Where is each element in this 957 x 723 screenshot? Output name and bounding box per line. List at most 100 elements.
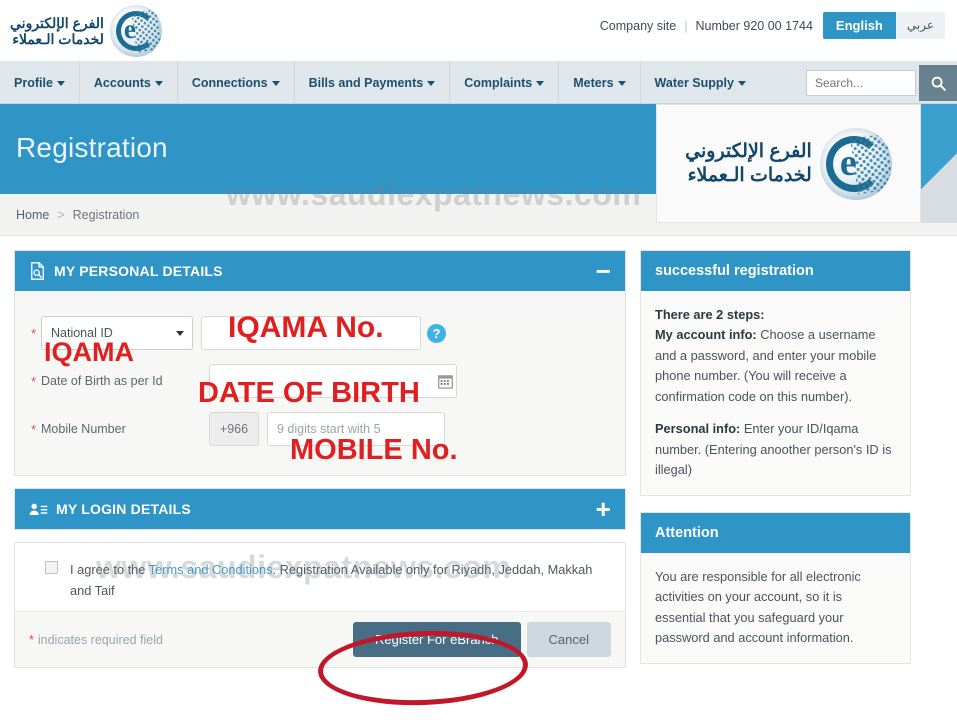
language-english-button[interactable]: English [822, 12, 896, 39]
site-header: الفرع الإلكتروني لخدمات الـعملاء e Compa… [0, 0, 957, 62]
required-field-note: * indicates required field [29, 633, 163, 647]
language-switcher[interactable]: English عربي [822, 12, 945, 39]
annotation-mobile-number: MOBILE No. [290, 434, 458, 466]
document-search-icon [29, 262, 46, 280]
banner-ebranch-e-letter: e [839, 141, 857, 184]
breadcrumb-home-link[interactable]: Home [16, 208, 49, 222]
personal-info-block: Personal info: Enter your ID/Iqama numbe… [655, 419, 896, 480]
sidebar-column: successful registration There are 2 step… [640, 250, 911, 680]
nav-item-complaints[interactable]: Complaints [450, 61, 560, 104]
annotation-iqama-number: IQAMA No. [228, 311, 384, 344]
terms-agreement-text: I agree to the Terms and Conditions. Reg… [70, 559, 609, 601]
steps-heading: There are 2 steps: [655, 307, 765, 322]
nav-item-accounts-label: Accounts [93, 75, 151, 90]
login-details-panel: MY LOGIN DETAILS + [14, 488, 626, 530]
ebranch-globe-icon: e [109, 5, 162, 57]
banner-logo: الفرع الإلكتروني لخدمات الـعملاء e [656, 104, 921, 223]
registration-steps-block: There are 2 steps: My account info: Choo… [655, 305, 896, 407]
language-arabic-button[interactable]: عربي [895, 12, 945, 39]
company-site-link[interactable]: Company site [600, 19, 676, 33]
site-logo-line-2: لخدمات الـعملاء [12, 31, 104, 47]
breadcrumb-current: Registration [72, 207, 140, 222]
dob-label: Date of Birth as per Id [41, 374, 163, 388]
calendar-icon[interactable] [438, 374, 453, 389]
chevron-down-icon [271, 80, 280, 86]
nav-item-water-supply-label: Water Supply [654, 75, 734, 90]
chevron-down-icon [427, 80, 436, 86]
required-marker: * [31, 421, 37, 437]
login-details-header[interactable]: MY LOGIN DETAILS + [15, 489, 625, 529]
nav-item-profile[interactable]: Profile [0, 61, 80, 104]
personal-info-label: Personal info: [655, 421, 741, 437]
cancel-button[interactable]: Cancel [526, 622, 611, 658]
help-icon[interactable]: ? [427, 323, 446, 343]
search-button[interactable] [919, 65, 957, 101]
expand-toggle-plus-icon[interactable]: + [596, 496, 611, 522]
required-note-text: indicates required field [37, 632, 163, 647]
chevron-down-icon [737, 80, 746, 86]
nav-item-bills-and-payments[interactable]: Bills and Payments [295, 61, 451, 104]
collapse-toggle-minus-icon[interactable]: − [596, 258, 611, 284]
agreement-and-actions-panel: I agree to the Terms and Conditions. Reg… [14, 542, 626, 669]
attention-title: Attention [641, 512, 910, 553]
attention-text: You are responsible for all electronic a… [655, 568, 861, 646]
page-banner: Registration الفرع الإلكتروني لخدمات الـ… [0, 104, 957, 223]
attention-panel: Attention You are responsible for all el… [640, 511, 911, 664]
required-marker: * [31, 373, 37, 389]
chevron-down-icon [536, 80, 545, 86]
header-links: Company site | Number 920 00 1744 [600, 19, 813, 33]
chevron-down-icon [176, 330, 184, 336]
user-card-icon [29, 501, 48, 517]
contact-number: Number 920 00 1744 [695, 18, 813, 33]
successful-registration-title: successful registration [641, 251, 910, 291]
nav-item-bills-label: Bills and Payments [308, 75, 424, 90]
chevron-down-icon [56, 80, 65, 86]
terms-and-conditions-link[interactable]: Terms and Conditions [149, 562, 273, 577]
banner-logo-line-2: لخدمات الـعملاء [687, 164, 812, 186]
successful-registration-panel: successful registration There are 2 step… [640, 250, 911, 496]
terms-checkbox[interactable] [45, 561, 58, 574]
chevron-down-icon [617, 80, 626, 86]
form-footer: * indicates required field Register For e… [15, 611, 625, 668]
nav-item-complaints-label: Complaints [464, 75, 533, 90]
nav-item-profile-label: Profile [14, 75, 53, 90]
site-logo-arabic-text: الفرع الإلكتروني لخدمات الـعملاء [10, 15, 104, 47]
mobile-label: Mobile Number [41, 422, 126, 436]
agree-prefix: I agree to the [70, 562, 149, 577]
page-title: Registration [16, 132, 168, 163]
main-content: MY PERSONAL DETAILS − * National ID ? * … [0, 236, 957, 680]
required-marker: * [31, 325, 37, 341]
banner-fold-decoration [921, 104, 957, 223]
site-logo[interactable]: الفرع الإلكتروني لخدمات الـعملاء e [10, 5, 162, 57]
nav-item-meters[interactable]: Meters [559, 61, 641, 104]
nav-item-water-supply[interactable]: Water Supply [641, 62, 760, 104]
ebranch-e-letter: e [123, 14, 136, 44]
nav-item-accounts[interactable]: Accounts [80, 61, 178, 104]
chevron-down-icon [154, 80, 163, 86]
search-area [806, 62, 957, 104]
personal-details-title: MY PERSONAL DETAILS [54, 263, 223, 279]
nav-item-connections[interactable]: Connections [178, 61, 295, 104]
banner-logo-line-1: الفرع الإلكتروني [685, 140, 812, 162]
banner-ebranch-globe-icon: e [819, 127, 892, 200]
breadcrumb-separator-icon: > [57, 207, 65, 222]
required-marker: * [29, 632, 34, 647]
terms-agreement-row: I agree to the Terms and Conditions. Reg… [15, 543, 625, 612]
annotation-date-of-birth: DATE OF BIRTH [198, 377, 420, 409]
search-icon [931, 76, 946, 91]
search-input[interactable] [806, 70, 916, 96]
account-info-label: My account info: [655, 327, 757, 343]
nav-item-meters-label: Meters [573, 75, 614, 90]
annotation-iqama: IQAMA [44, 337, 134, 367]
nav-item-connections-label: Connections [191, 75, 268, 90]
attention-body: You are responsible for all electronic a… [641, 553, 910, 663]
header-separator: | [684, 18, 688, 33]
site-logo-line-1: الفرع الإلكتروني [10, 14, 104, 31]
successful-registration-body: There are 2 steps: My account info: Choo… [641, 291, 910, 495]
banner-logo-arabic-text: الفرع الإلكتروني لخدمات الـعملاء [685, 140, 812, 188]
country-code-field: +966 [209, 412, 259, 446]
login-details-title: MY LOGIN DETAILS [56, 501, 191, 517]
personal-details-header[interactable]: MY PERSONAL DETAILS − [15, 251, 625, 291]
main-navigation: Profile Accounts Connections Bills and P… [0, 61, 957, 104]
header-utility-bar: Company site | Number 920 00 1744 Englis… [600, 12, 945, 39]
